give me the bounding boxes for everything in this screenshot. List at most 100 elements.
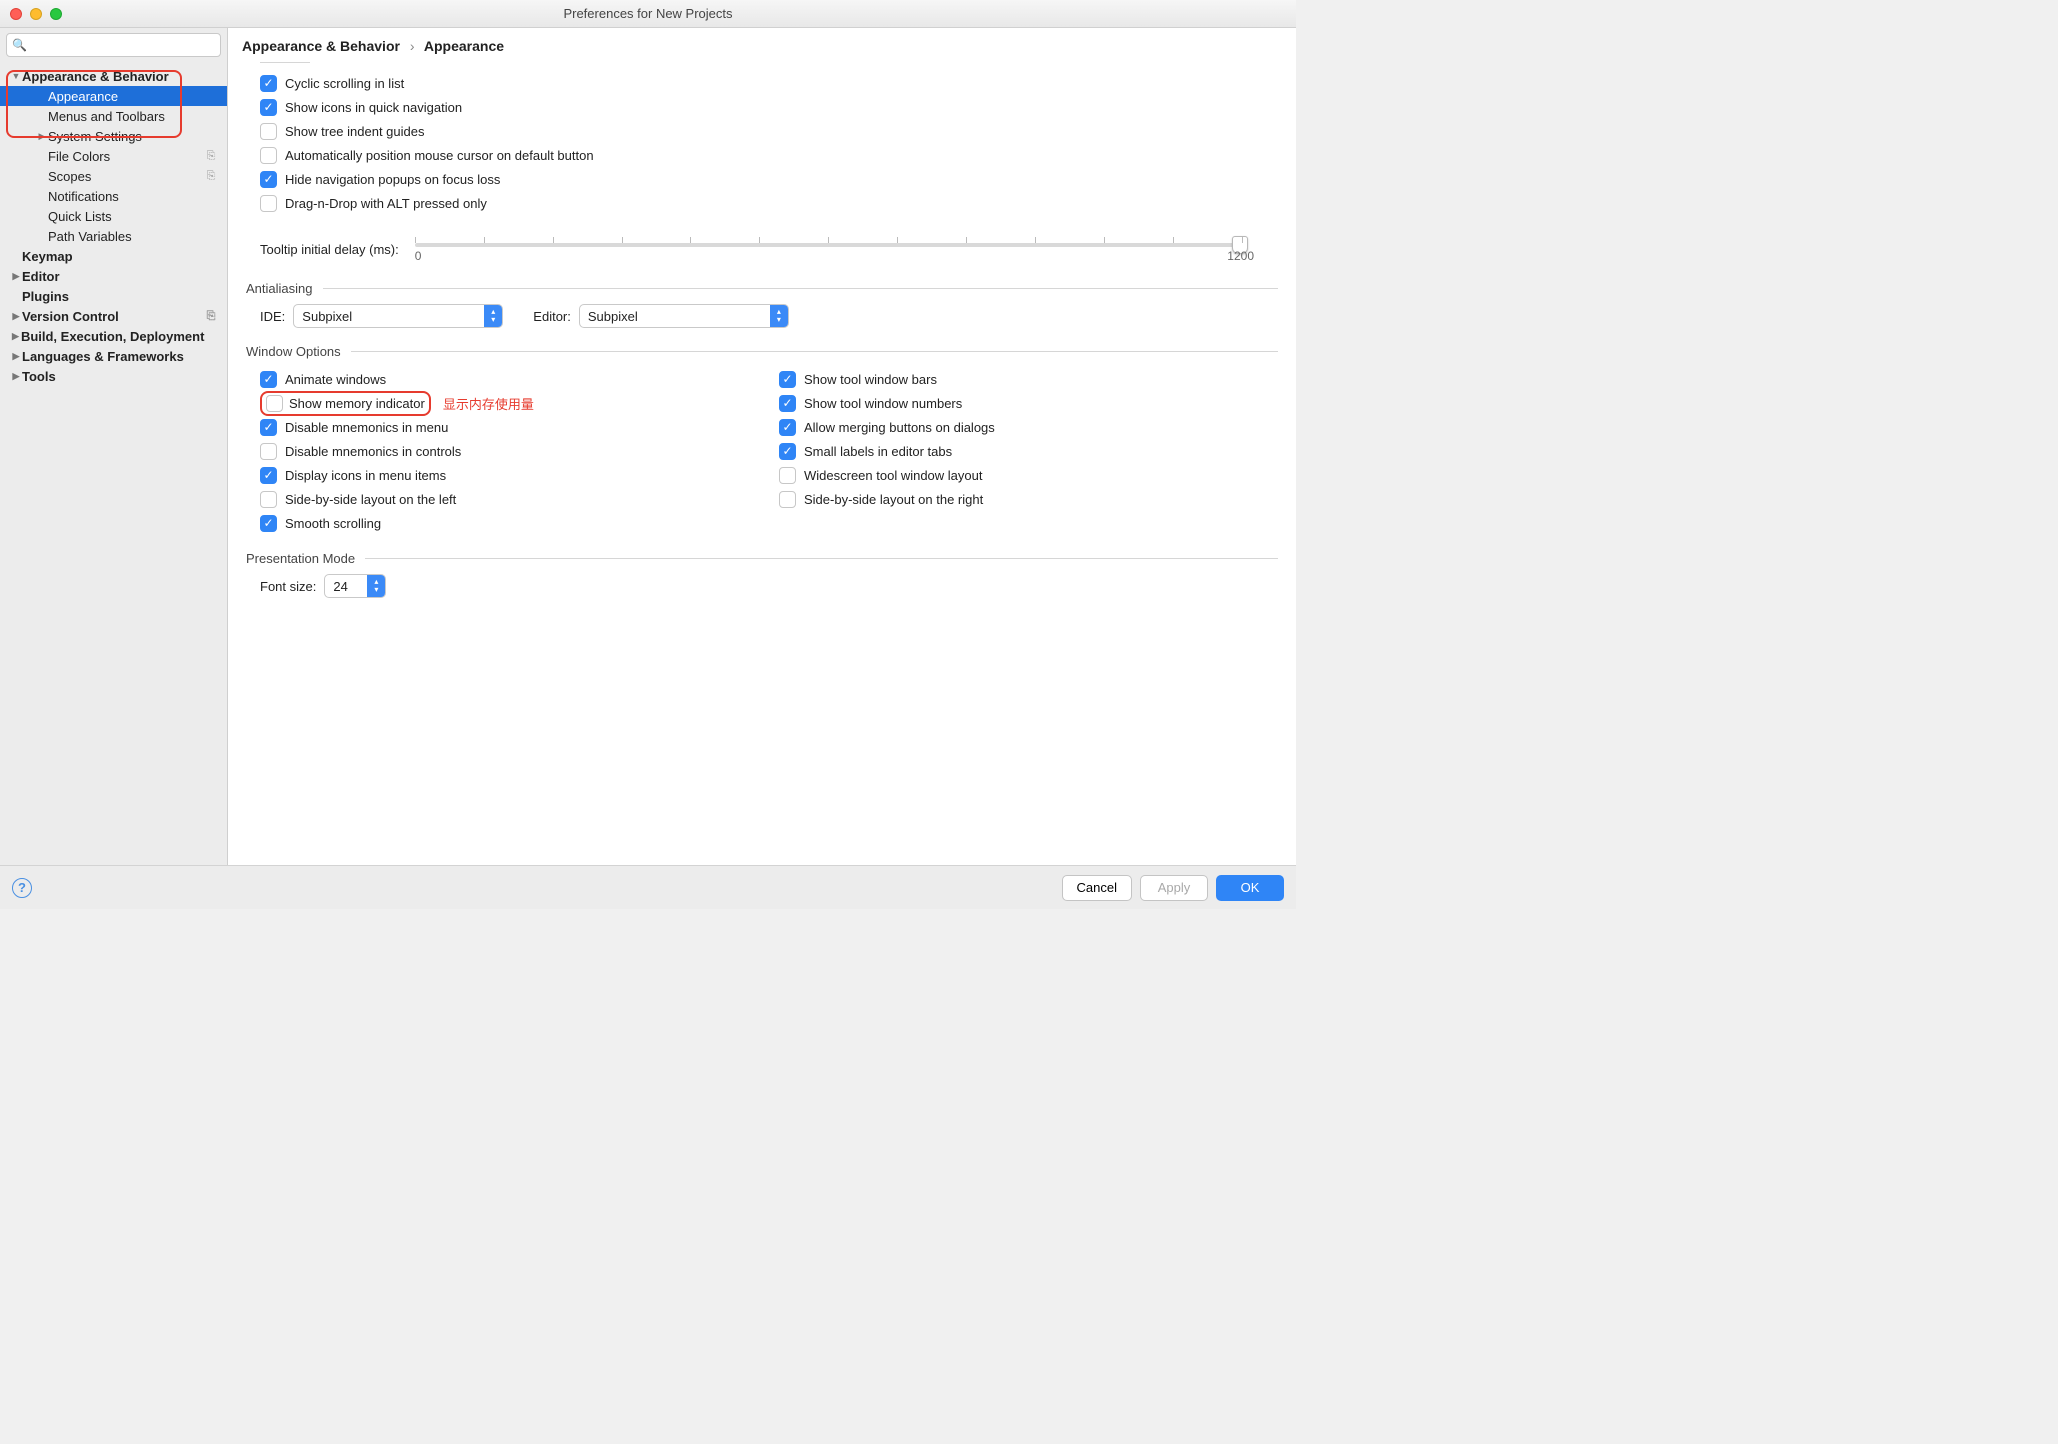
antialiasing-section: Antialiasing <box>246 281 1278 296</box>
option-label: Show icons in quick navigation <box>285 100 462 115</box>
option-label: Small labels in editor tabs <box>804 444 952 459</box>
option-label: Automatically position mouse cursor on d… <box>285 148 594 163</box>
sidebar-item-label: Appearance & Behavior <box>22 69 203 84</box>
disclosure-icon: ▶ <box>10 331 21 342</box>
ide-aa-select[interactable]: Subpixel ▴▾ <box>293 304 503 328</box>
checkbox[interactable]: ✓ <box>779 395 796 412</box>
checkbox[interactable] <box>260 147 277 164</box>
font-size-label: Font size: <box>260 579 316 594</box>
annotation-text: 显示内存使用量 <box>443 394 534 413</box>
option-show-icons-in-quick-navigation: ✓ Show icons in quick navigation <box>260 95 1278 119</box>
ok-button[interactable]: OK <box>1216 875 1284 901</box>
sidebar-item-appearance-behavior[interactable]: ▼Appearance & Behavior <box>0 66 227 86</box>
maximize-icon[interactable] <box>50 8 62 20</box>
sidebar-item-label: File Colors <box>48 149 203 164</box>
sidebar-item-editor[interactable]: ▶Editor <box>0 266 227 286</box>
sidebar-item-label: Path Variables <box>48 229 203 244</box>
option-disable-mnemonics-in-menu: ✓Disable mnemonics in menu <box>260 415 759 439</box>
option-hide-navigation-popups-on-focus-loss: ✓ Hide navigation popups on focus loss <box>260 167 1278 191</box>
sidebar-item-scopes[interactable]: Scopes⎘ <box>0 166 227 186</box>
font-size-select[interactable]: 24 ▴▾ <box>324 574 386 598</box>
option-label: Disable mnemonics in controls <box>285 444 461 459</box>
option-widescreen-tool-window-layout: Widescreen tool window layout <box>779 463 1278 487</box>
option-animate-windows: ✓Animate windows <box>260 367 759 391</box>
option-label: Display icons in menu items <box>285 468 446 483</box>
sidebar-item-keymap[interactable]: Keymap <box>0 246 227 266</box>
breadcrumb-sep: › <box>404 38 421 54</box>
sidebar-item-label: System Settings <box>48 129 203 144</box>
sidebar-item-build-execution-deployment[interactable]: ▶Build, Execution, Deployment <box>0 326 227 346</box>
sidebar-item-path-variables[interactable]: Path Variables <box>0 226 227 246</box>
checkbox[interactable] <box>260 123 277 140</box>
chevron-updown-icon: ▴▾ <box>770 305 788 327</box>
editor-aa-select[interactable]: Subpixel ▴▾ <box>579 304 789 328</box>
checkbox[interactable] <box>779 491 796 508</box>
option-label: Drag-n-Drop with ALT pressed only <box>285 196 487 211</box>
main-panel: Appearance & Behavior › Appearance ✓Cycl… <box>228 28 1296 865</box>
project-level-icon: ⎘ <box>203 310 219 323</box>
option-side-by-side-layout-on-the-left: Side-by-side layout on the left <box>260 487 759 511</box>
sidebar-item-label: Editor <box>22 269 203 284</box>
option-side-by-side-layout-on-the-right: Side-by-side layout on the right <box>779 487 1278 511</box>
preferences-window: Preferences for New Projects 🔍 ▼Appearan… <box>0 0 1296 909</box>
checkbox[interactable]: ✓ <box>260 99 277 116</box>
checkbox[interactable]: ✓ <box>779 419 796 436</box>
option-label: Hide navigation popups on focus loss <box>285 172 500 187</box>
checkbox[interactable]: ✓ <box>260 467 277 484</box>
option-label: Show tool window bars <box>804 372 937 387</box>
window-options-cols: ✓Animate windowsShow memory indicator 显示内… <box>246 367 1278 535</box>
disclosure-icon: ▼ <box>10 71 22 81</box>
help-button[interactable]: ? <box>12 878 32 898</box>
checkbox[interactable]: ✓ <box>779 371 796 388</box>
sidebar-item-system-settings[interactable]: ▶System Settings <box>0 126 227 146</box>
checkbox[interactable] <box>260 443 277 460</box>
disclosure-icon: ▶ <box>10 351 22 362</box>
project-level-icon: ⎘ <box>203 150 219 163</box>
checkbox[interactable] <box>260 491 277 508</box>
sidebar-item-quick-lists[interactable]: Quick Lists <box>0 206 227 226</box>
option-label: Show tree indent guides <box>285 124 424 139</box>
sidebar-item-notifications[interactable]: Notifications <box>0 186 227 206</box>
option-label: Side-by-side layout on the right <box>804 492 983 507</box>
sidebar-item-file-colors[interactable]: File Colors⎘ <box>0 146 227 166</box>
sidebar-item-label: Version Control <box>22 309 203 324</box>
checkbox[interactable] <box>266 395 283 412</box>
sidebar-item-label: Languages & Frameworks <box>22 349 203 364</box>
cancel-button[interactable]: Cancel <box>1062 875 1132 901</box>
footer: ? Cancel Apply OK <box>0 865 1296 909</box>
tooltip-delay-slider[interactable]: 0 1200 <box>415 233 1242 265</box>
option-label: Smooth scrolling <box>285 516 381 531</box>
sidebar-item-languages-frameworks[interactable]: ▶Languages & Frameworks <box>0 346 227 366</box>
sidebar-item-label: Notifications <box>48 189 203 204</box>
option-label: Show tool window numbers <box>804 396 962 411</box>
sidebar-item-tools[interactable]: ▶Tools <box>0 366 227 386</box>
checkbox[interactable] <box>260 195 277 212</box>
sidebar-item-version-control[interactable]: ▶Version Control⎘ <box>0 306 227 326</box>
checkbox[interactable]: ✓ <box>260 171 277 188</box>
search-input[interactable] <box>6 33 221 57</box>
sidebar-item-label: Scopes <box>48 169 203 184</box>
checkbox[interactable]: ✓ <box>260 75 277 92</box>
chevron-updown-icon: ▴▾ <box>367 575 385 597</box>
checkbox[interactable]: ✓ <box>779 443 796 460</box>
apply-button[interactable]: Apply <box>1140 875 1208 901</box>
sidebar-item-appearance[interactable]: Appearance <box>0 86 227 106</box>
checkbox[interactable]: ✓ <box>260 419 277 436</box>
search-icon: 🔍 <box>12 38 27 52</box>
disclosure-icon: ▶ <box>10 371 22 382</box>
option-disable-mnemonics-in-controls: Disable mnemonics in controls <box>260 439 759 463</box>
option-show-tree-indent-guides: Show tree indent guides <box>260 119 1278 143</box>
checkbox[interactable]: ✓ <box>260 515 277 532</box>
annotation-memory-highlight: Show memory indicator <box>260 391 431 416</box>
checkbox[interactable] <box>779 467 796 484</box>
checkbox[interactable]: ✓ <box>260 371 277 388</box>
sidebar-item-plugins[interactable]: Plugins <box>0 286 227 306</box>
editor-aa-label: Editor: <box>533 309 571 324</box>
disclosure-icon: ▶ <box>10 271 22 282</box>
minimize-icon[interactable] <box>30 8 42 20</box>
settings-tree[interactable]: ▼Appearance & BehaviorAppearanceMenus an… <box>0 62 227 865</box>
slider-max: 1200 <box>1227 249 1254 263</box>
close-icon[interactable] <box>10 8 22 20</box>
presentation-section: Presentation Mode <box>246 551 1278 566</box>
sidebar-item-menus-and-toolbars[interactable]: Menus and Toolbars <box>0 106 227 126</box>
